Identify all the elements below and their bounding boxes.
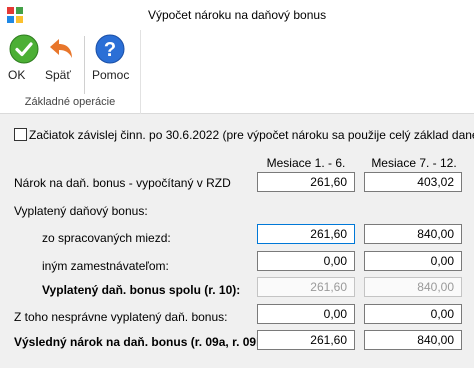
from-payroll-label: zo spracovaných miezd: bbox=[42, 231, 171, 245]
from-payroll-h1-field[interactable]: 261,60 bbox=[257, 224, 355, 244]
ribbon: OK Späť ? Pomoc Základné operácie bbox=[0, 30, 474, 114]
ribbon-group-label: Základné operácie bbox=[24, 96, 116, 108]
help-button[interactable]: ? Pomoc bbox=[92, 34, 129, 82]
resulting-entitlement-label: Výsledný nárok na daň. bonus (r. 09a, r.… bbox=[14, 335, 272, 349]
entitlement-rzd-h2-field[interactable]: 403,02 bbox=[364, 172, 462, 192]
bonus-form: Začiatok závislej činn. po 30.6.2022 (pr… bbox=[0, 114, 474, 368]
window-title: Výpočet nároku na daňový bonus bbox=[147, 8, 327, 22]
paid-total-h1-field: 261,60 bbox=[257, 277, 355, 297]
checkmark-icon bbox=[9, 34, 39, 64]
other-employer-h2-field[interactable]: 0,00 bbox=[364, 251, 462, 271]
other-employer-h1-field[interactable]: 0,00 bbox=[257, 251, 355, 271]
start-after-checkbox[interactable] bbox=[14, 128, 27, 141]
paid-total-label: Vyplatený daň. bonus spolu (r. 10): bbox=[42, 283, 241, 297]
incorrectly-paid-label: Z toho nesprávne vyplatený daň. bonus: bbox=[14, 310, 228, 324]
ok-button[interactable]: OK bbox=[8, 34, 40, 82]
back-arrow-icon bbox=[50, 39, 72, 58]
paid-bonus-section-label: Vyplatený daňový bonus: bbox=[14, 204, 148, 218]
back-label: Späť bbox=[45, 68, 71, 82]
ribbon-group-separator bbox=[140, 30, 141, 114]
ok-label: OK bbox=[8, 68, 26, 82]
ribbon-separator bbox=[84, 36, 85, 94]
col2-header: Mesiace 7. - 12. bbox=[371, 156, 457, 170]
paid-total-h2-field: 840,00 bbox=[364, 277, 462, 297]
incorrectly-paid-h2-field[interactable]: 0,00 bbox=[364, 304, 462, 324]
resulting-entitlement-h1-field[interactable]: 261,60 bbox=[257, 330, 355, 350]
help-icon: ? bbox=[95, 34, 125, 64]
entitlement-rzd-h1-field[interactable]: 261,60 bbox=[257, 172, 355, 192]
col1-header: Mesiace 1. - 6. bbox=[266, 156, 346, 170]
title-bar: Výpočet nároku na daňový bonus bbox=[0, 0, 474, 30]
help-label: Pomoc bbox=[92, 68, 130, 82]
resulting-entitlement-h2-field[interactable]: 840,00 bbox=[364, 330, 462, 350]
entitlement-rzd-label: Nárok na daň. bonus - vypočítaný v RZD bbox=[14, 176, 231, 190]
other-employer-label: iným zamestnávateľom: bbox=[42, 259, 169, 273]
svg-text:?: ? bbox=[104, 39, 116, 61]
from-payroll-h2-field[interactable]: 840,00 bbox=[364, 224, 462, 244]
back-button[interactable]: Späť bbox=[45, 34, 77, 82]
incorrectly-paid-h1-field[interactable]: 0,00 bbox=[257, 304, 355, 324]
start-after-checkbox-label: Začiatok závislej činn. po 30.6.2022 (pr… bbox=[29, 128, 474, 142]
